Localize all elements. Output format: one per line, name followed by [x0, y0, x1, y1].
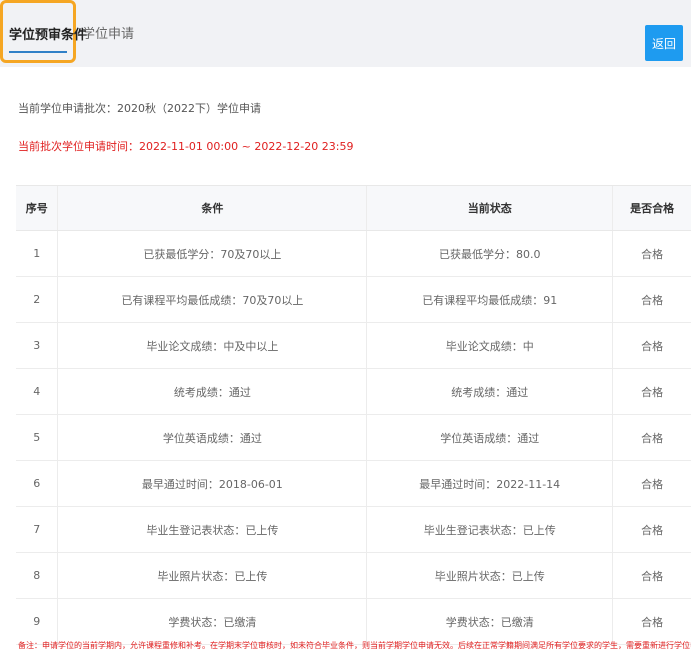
header-index: 序号	[16, 185, 58, 231]
active-tab-indicator	[9, 51, 67, 53]
table-row: 2 已有课程平均最低成绩：70及70以上 已有课程平均最低成绩：91 合格	[16, 276, 691, 323]
top-bar: 学位预审条件 学位申请 返回	[0, 0, 691, 67]
cell-index: 3	[16, 322, 58, 369]
cell-qualified: 合格	[612, 598, 691, 645]
header-current-status: 当前状态	[366, 185, 613, 231]
tab-degree-precheck-label: 学位预审条件	[9, 28, 88, 43]
cell-index: 6	[16, 460, 58, 507]
table-row: 3 毕业论文成绩：中及中以上 毕业论文成绩：中 合格	[16, 322, 691, 369]
cell-qualified: 合格	[612, 460, 691, 507]
cell-index: 7	[16, 506, 58, 553]
cell-current-status: 毕业照片状态：已上传	[366, 552, 613, 599]
cell-condition: 学位英语成绩：通过	[57, 414, 367, 461]
cell-condition: 最早通过时间：2018-06-01	[57, 460, 367, 507]
cell-condition: 毕业照片状态：已上传	[57, 552, 367, 599]
cell-current-status: 学费状态：已缴清	[366, 598, 613, 645]
remark-note: 备注：申请学位的当前学期内，允许课程重修和补考。在学期末学位审核时，如未符合毕业…	[18, 641, 691, 650]
cell-condition: 毕业论文成绩：中及中以上	[57, 322, 367, 369]
header-qualified: 是否合格	[612, 185, 691, 231]
cell-current-status: 毕业生登记表状态：已上传	[366, 506, 613, 553]
tab-degree-precheck[interactable]: 学位预审条件	[0, 0, 87, 63]
cell-qualified: 合格	[612, 230, 691, 277]
cell-condition: 毕业生登记表状态：已上传	[57, 506, 367, 553]
cell-index: 4	[16, 368, 58, 415]
cell-condition: 已有课程平均最低成绩：70及70以上	[57, 276, 367, 323]
cell-current-status: 已获最低学分：80.0	[366, 230, 613, 277]
apply-time-text: 当前批次学位申请时间：2022-11-01 00:00 ~ 2022-12-20…	[18, 140, 354, 153]
cell-condition: 学费状态：已缴清	[57, 598, 367, 645]
cell-qualified: 合格	[612, 368, 691, 415]
tab-degree-apply[interactable]: 学位申请	[82, 27, 134, 43]
table-row: 1 已获最低学分：70及70以上 已获最低学分：80.0 合格	[16, 230, 691, 277]
cell-qualified: 合格	[612, 506, 691, 553]
table-row: 7 毕业生登记表状态：已上传 毕业生登记表状态：已上传 合格	[16, 506, 691, 553]
cell-index: 1	[16, 230, 58, 277]
table-row: 8 毕业照片状态：已上传 毕业照片状态：已上传 合格	[16, 552, 691, 599]
table-row: 5 学位英语成绩：通过 学位英语成绩：通过 合格	[16, 414, 691, 461]
conditions-table: 序号 条件 当前状态 是否合格 1 已获最低学分：70及70以上 已获最低学分：…	[16, 185, 691, 645]
back-button[interactable]: 返回	[645, 25, 683, 61]
cell-qualified: 合格	[612, 322, 691, 369]
current-batch-text: 当前学位申请批次：2020秋（2022下）学位申请	[18, 102, 261, 115]
table-row: 6 最早通过时间：2018-06-01 最早通过时间：2022-11-14 合格	[16, 460, 691, 507]
table-row: 4 统考成绩：通过 统考成绩：通过 合格	[16, 368, 691, 415]
cell-index: 9	[16, 598, 58, 645]
cell-condition: 已获最低学分：70及70以上	[57, 230, 367, 277]
table-row: 9 学费状态：已缴清 学费状态：已缴清 合格	[16, 598, 691, 645]
cell-current-status: 已有课程平均最低成绩：91	[366, 276, 613, 323]
cell-current-status: 统考成绩：通过	[366, 368, 613, 415]
cell-index: 8	[16, 552, 58, 599]
table-header-row: 序号 条件 当前状态 是否合格	[16, 185, 691, 231]
cell-current-status: 最早通过时间：2022-11-14	[366, 460, 613, 507]
cell-condition: 统考成绩：通过	[57, 368, 367, 415]
cell-index: 5	[16, 414, 58, 461]
cell-current-status: 学位英语成绩：通过	[366, 414, 613, 461]
cell-current-status: 毕业论文成绩：中	[366, 322, 613, 369]
header-condition: 条件	[57, 185, 367, 231]
cell-index: 2	[16, 276, 58, 323]
cell-qualified: 合格	[612, 414, 691, 461]
cell-qualified: 合格	[612, 276, 691, 323]
cell-qualified: 合格	[612, 552, 691, 599]
